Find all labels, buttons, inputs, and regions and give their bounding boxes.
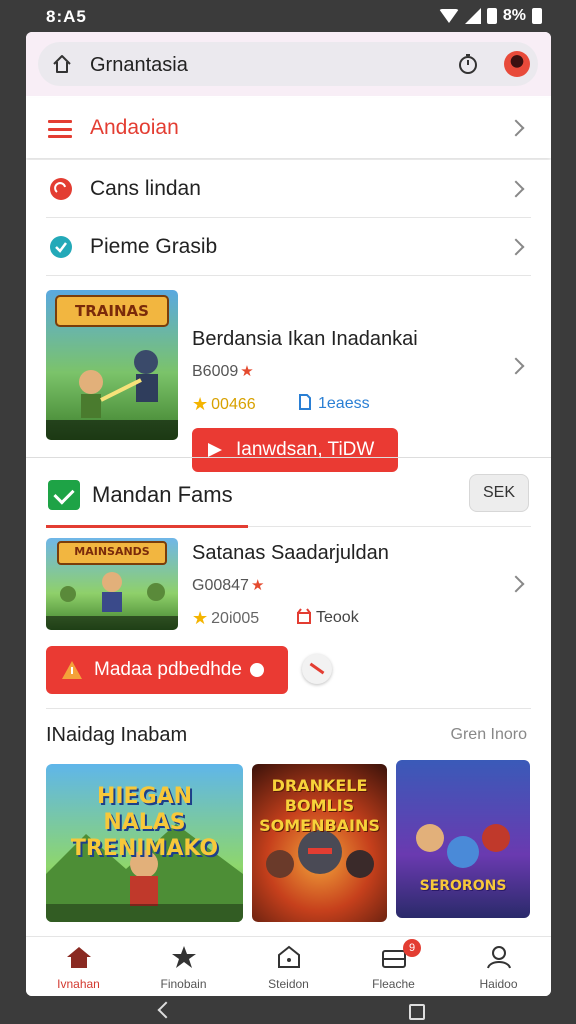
check-circle-icon	[50, 236, 72, 258]
gift-icon	[297, 608, 311, 624]
wifi-icon	[438, 9, 459, 23]
nav-label: Haidoo	[479, 977, 518, 991]
tile-title: SERORONS	[419, 878, 507, 894]
section-title: Mandan Fams	[92, 482, 233, 507]
game-card[interactable]: MAINSANDS Satanas Saadarjuldan G00847 ★ ★…	[26, 532, 551, 644]
battery-level: 8%	[502, 7, 526, 24]
clock: 8:A5	[46, 7, 87, 26]
red-circle-icon	[50, 178, 72, 200]
chevron-right-icon	[507, 357, 525, 375]
game-thumbnail[interactable]: TRAINAS	[46, 290, 178, 440]
star-icon	[172, 946, 196, 968]
game-tag: 1eaess	[298, 394, 370, 413]
app-title: Grnantasia	[90, 54, 188, 76]
back-icon[interactable]	[157, 1001, 175, 1019]
nav-label: Fleache	[372, 977, 415, 991]
menu-label: Andaoian	[90, 116, 179, 139]
warning-icon	[62, 661, 82, 679]
list-item[interactable]: Cans lindan	[26, 160, 551, 218]
chevron-right-icon	[507, 238, 525, 256]
battery-icon	[486, 8, 497, 24]
chevron-right-icon	[507, 575, 525, 593]
thumbnail-title: TRAINAS	[75, 302, 149, 320]
star-icon: ★	[192, 394, 209, 414]
star-icon: ★	[192, 608, 209, 628]
chevron-right-icon	[507, 119, 525, 137]
profile-icon	[487, 946, 511, 969]
nav-item-profile[interactable]: Haidoo	[446, 937, 551, 996]
app-window: Grnantasia Andaoian Cans lindan Pieme Gr…	[26, 32, 551, 996]
check-icon	[48, 480, 80, 510]
game-rating: ★ 20i005	[192, 608, 260, 628]
game-tag: Teook	[296, 608, 359, 627]
home-icon	[67, 947, 91, 968]
tile-title: DRANKELE BOMLIS SOMENBAINS	[259, 776, 380, 835]
action-button[interactable]: Madaa pdbedhde	[46, 646, 288, 694]
house-icon	[278, 945, 300, 968]
battery-icon-2	[532, 8, 542, 24]
status-bar: 8:A5 8%	[0, 0, 576, 34]
slash-icon[interactable]	[302, 654, 332, 684]
game-thumbnail[interactable]: MAINSANDS	[46, 538, 178, 630]
thumbnail-title: MAINSANDS	[74, 545, 150, 558]
nav-item-store[interactable]: Steidon	[236, 937, 341, 996]
game-subtitle: G00847 ★	[192, 577, 265, 594]
game-title: Berdansia Ikan Inadankai	[192, 328, 418, 350]
game-subtitle: B6009 ★	[192, 363, 254, 380]
home-icon[interactable]	[52, 54, 72, 74]
game-rating: ★ 00466	[192, 394, 256, 414]
tab-indicator	[46, 525, 248, 528]
system-nav	[0, 998, 576, 1024]
game-tile[interactable]: HIEGAN NALAS TRENIMAKO	[46, 764, 243, 922]
bottom-nav: Ivnahan Finobain Steidon 9 Fleache Haido…	[26, 936, 551, 996]
badge-dot	[249, 663, 264, 677]
game-tile[interactable]: DRANKELE BOMLIS SOMENBAINS	[252, 764, 387, 922]
nav-item-inbox[interactable]: 9 Fleache	[341, 937, 446, 996]
status-icons: 8%	[438, 7, 542, 25]
recents-icon[interactable]	[409, 1004, 425, 1020]
nav-label: Ivnahan	[57, 977, 100, 991]
nav-item-home[interactable]: Ivnahan	[26, 937, 131, 996]
nav-label: Finobain	[160, 977, 207, 991]
file-icon	[299, 394, 311, 410]
list-item-label: Pieme Grasib	[90, 235, 218, 258]
list-item[interactable]: Pieme Grasib	[26, 218, 551, 276]
search-bar[interactable]: Grnantasia	[38, 42, 538, 86]
section-title: INaidag Inabam	[46, 724, 188, 746]
avatar[interactable]	[504, 51, 530, 77]
game-card[interactable]: TRAINAS Berdansia Ikan Inadankai B6009 ★ …	[26, 276, 551, 472]
timer-icon[interactable]	[456, 52, 480, 76]
hamburger-icon[interactable]	[48, 120, 72, 138]
chevron-right-icon	[507, 180, 525, 198]
nav-label: Steidon	[268, 977, 309, 991]
menu-row[interactable]: Andaoian	[26, 98, 551, 158]
see-more-link[interactable]: Gren Inoro	[451, 726, 527, 744]
see-all-button[interactable]: SEK	[469, 474, 529, 512]
list-item-label: Cans lindan	[90, 177, 201, 200]
top-bar: Grnantasia	[26, 32, 551, 96]
tile-title: HIEGAN NALAS TRENIMAKO	[70, 784, 219, 861]
install-button[interactable]: Ianwdsan, TiDW	[192, 428, 398, 472]
signal-icon	[464, 8, 481, 24]
game-title: Satanas Saadarjuldan	[192, 542, 389, 564]
notification-badge: 9	[403, 939, 421, 957]
nav-item-favorites[interactable]: Finobain	[131, 937, 236, 996]
game-tile[interactable]: SERORONS	[396, 760, 530, 918]
